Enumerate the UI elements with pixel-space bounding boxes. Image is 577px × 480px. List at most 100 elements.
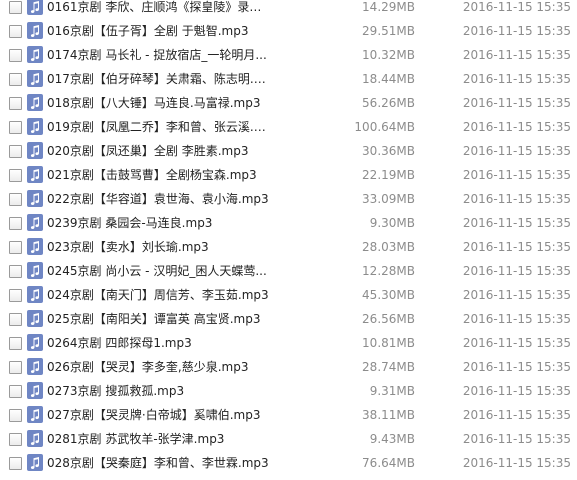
row-checkbox[interactable]	[9, 121, 22, 134]
file-row[interactable]: 020京剧【凤还巢】全剧 李胜素.mp3 30.36MB 2016-11-15 …	[0, 140, 577, 164]
file-name[interactable]: 016京剧【伍子胥】全剧 于魁智.mp3	[47, 23, 272, 39]
file-modified-time: 2016-11-15 15:35	[462, 408, 571, 422]
file-modified-time: 2016-11-15 15:35	[462, 192, 571, 206]
file-modified-time: 2016-11-15 15:35	[462, 120, 571, 134]
music-note-icon	[27, 358, 43, 375]
file-size: 18.44MB	[362, 72, 415, 86]
file-size: 9.30MB	[369, 216, 415, 230]
music-note-icon	[27, 262, 43, 279]
file-size: 9.31MB	[369, 384, 415, 398]
music-note-icon	[27, 238, 43, 255]
file-name[interactable]: 024京剧【南天门】周信芳、李玉茹.mp3	[47, 287, 272, 303]
file-name[interactable]: 0281京剧 苏武牧羊-张学津.mp3	[47, 431, 272, 447]
row-checkbox[interactable]	[9, 217, 22, 230]
music-note-icon	[27, 46, 43, 63]
row-checkbox[interactable]	[9, 169, 22, 182]
file-row[interactable]: 0273京剧 搜孤救孤.mp3 9.31MB 2016-11-15 15:35	[0, 380, 577, 404]
file-modified-time: 2016-11-15 15:35	[462, 336, 571, 350]
row-checkbox[interactable]	[9, 457, 22, 470]
file-row[interactable]: 023京剧【卖水】刘长瑜.mp3 28.03MB 2016-11-15 15:3…	[0, 236, 577, 260]
file-size: 56.26MB	[362, 96, 415, 110]
row-checkbox[interactable]	[9, 337, 22, 350]
music-note-icon	[27, 382, 43, 399]
file-name[interactable]: 0174京剧 马长礼 - 捉放宿店_一轮明月...	[47, 47, 272, 63]
music-note-icon	[27, 22, 43, 39]
file-name[interactable]: 022京剧【华容道】袁世海、袁小海.mp3	[47, 191, 272, 207]
file-modified-time: 2016-11-15 15:35	[462, 72, 571, 86]
file-row[interactable]: 026京剧【哭灵】李多奎,慈少泉.mp3 28.74MB 2016-11-15 …	[0, 356, 577, 380]
file-size: 30.36MB	[362, 144, 415, 158]
file-size: 26.56MB	[362, 312, 415, 326]
file-row[interactable]: 0239京剧 桑园会-马连良.mp3 9.30MB 2016-11-15 15:…	[0, 212, 577, 236]
row-checkbox[interactable]	[9, 73, 22, 86]
file-modified-time: 2016-11-15 15:35	[462, 216, 571, 230]
row-checkbox[interactable]	[9, 25, 22, 38]
row-checkbox[interactable]	[9, 241, 22, 254]
file-modified-time: 2016-11-15 15:35	[462, 144, 571, 158]
file-size: 14.29MB	[362, 0, 415, 14]
file-modified-time: 2016-11-15 15:35	[462, 48, 571, 62]
file-row[interactable]: 024京剧【南天门】周信芳、李玉茹.mp3 45.30MB 2016-11-15…	[0, 284, 577, 308]
file-modified-time: 2016-11-15 15:35	[462, 24, 571, 38]
music-note-icon	[27, 166, 43, 183]
file-name[interactable]: 018京剧【八大锤】马连良.马富禄.mp3	[47, 95, 272, 111]
file-size: 12.28MB	[362, 264, 415, 278]
file-row[interactable]: 027京剧【哭灵牌·白帝城】奚啸伯.mp3 38.11MB 2016-11-15…	[0, 404, 577, 428]
file-row[interactable]: 0264京剧 四郎探母1.mp3 10.81MB 2016-11-15 15:3…	[0, 332, 577, 356]
file-size: 28.03MB	[362, 240, 415, 254]
file-name[interactable]: 0239京剧 桑园会-马连良.mp3	[47, 215, 272, 231]
file-row[interactable]: 017京剧【伯牙碎琴】关肃霜、陈志明.m... 18.44MB 2016-11-…	[0, 68, 577, 92]
file-row[interactable]: 0161京剧 李欣、庄顺鸿《探皇陵》录音... 14.29MB 2016-11-…	[0, 0, 577, 20]
file-row[interactable]: 0245京剧 尚小云 - 汉明妃_困人天蝶莺... 12.28MB 2016-1…	[0, 260, 577, 284]
file-name[interactable]: 025京剧【南阳关】谭富英 高宝贤.mp3	[47, 311, 272, 327]
row-checkbox[interactable]	[9, 361, 22, 374]
music-note-icon	[27, 430, 43, 447]
file-row[interactable]: 0174京剧 马长礼 - 捉放宿店_一轮明月... 10.32MB 2016-1…	[0, 44, 577, 68]
file-row[interactable]: 021京剧【击鼓骂曹】全剧杨宝森.mp3 22.19MB 2016-11-15 …	[0, 164, 577, 188]
music-note-icon	[27, 310, 43, 327]
file-name[interactable]: 017京剧【伯牙碎琴】关肃霜、陈志明.m...	[47, 71, 272, 87]
row-checkbox[interactable]	[9, 145, 22, 158]
row-checkbox[interactable]	[9, 313, 22, 326]
row-checkbox[interactable]	[9, 433, 22, 446]
row-checkbox[interactable]	[9, 49, 22, 62]
file-modified-time: 2016-11-15 15:35	[462, 360, 571, 374]
file-row[interactable]: 018京剧【八大锤】马连良.马富禄.mp3 56.26MB 2016-11-15…	[0, 92, 577, 116]
file-name[interactable]: 027京剧【哭灵牌·白帝城】奚啸伯.mp3	[47, 407, 272, 423]
music-note-icon	[27, 454, 43, 471]
file-modified-time: 2016-11-15 15:35	[462, 96, 571, 110]
file-row[interactable]: 028京剧【哭秦庭】李和曾、李世霖.mp3 76.64MB 2016-11-15…	[0, 452, 577, 476]
file-name[interactable]: 026京剧【哭灵】李多奎,慈少泉.mp3	[47, 359, 272, 375]
file-name[interactable]: 021京剧【击鼓骂曹】全剧杨宝森.mp3	[47, 167, 272, 183]
file-row[interactable]: 025京剧【南阳关】谭富英 高宝贤.mp3 26.56MB 2016-11-15…	[0, 308, 577, 332]
music-note-icon	[27, 406, 43, 423]
file-size: 22.19MB	[362, 168, 415, 182]
row-checkbox[interactable]	[9, 289, 22, 302]
file-size: 29.51MB	[362, 24, 415, 38]
row-checkbox[interactable]	[9, 265, 22, 278]
file-name[interactable]: 020京剧【凤还巢】全剧 李胜素.mp3	[47, 143, 272, 159]
row-checkbox[interactable]	[9, 1, 22, 14]
file-row[interactable]: 016京剧【伍子胥】全剧 于魁智.mp3 29.51MB 2016-11-15 …	[0, 20, 577, 44]
file-modified-time: 2016-11-15 15:35	[462, 264, 571, 278]
row-checkbox[interactable]	[9, 193, 22, 206]
file-row[interactable]: 022京剧【华容道】袁世海、袁小海.mp3 33.09MB 2016-11-15…	[0, 188, 577, 212]
music-note-icon	[27, 190, 43, 207]
file-name[interactable]: 0273京剧 搜孤救孤.mp3	[47, 383, 272, 399]
file-size: 10.81MB	[362, 336, 415, 350]
file-name[interactable]: 0264京剧 四郎探母1.mp3	[47, 335, 272, 351]
file-name[interactable]: 019京剧【凤凰二乔】李和曾、张云溪.m...	[47, 119, 272, 135]
music-note-icon	[27, 118, 43, 135]
file-name[interactable]: 028京剧【哭秦庭】李和曾、李世霖.mp3	[47, 455, 272, 471]
file-row[interactable]: 019京剧【凤凰二乔】李和曾、张云溪.m... 100.64MB 2016-11…	[0, 116, 577, 140]
music-note-icon	[27, 0, 43, 15]
file-name[interactable]: 023京剧【卖水】刘长瑜.mp3	[47, 239, 272, 255]
row-checkbox[interactable]	[9, 385, 22, 398]
file-name[interactable]: 0161京剧 李欣、庄顺鸿《探皇陵》录音...	[47, 0, 272, 15]
file-row[interactable]: 0281京剧 苏武牧羊-张学津.mp3 9.43MB 2016-11-15 15…	[0, 428, 577, 452]
file-name[interactable]: 0245京剧 尚小云 - 汉明妃_困人天蝶莺...	[47, 263, 272, 279]
row-checkbox[interactable]	[9, 97, 22, 110]
row-checkbox[interactable]	[9, 409, 22, 422]
file-modified-time: 2016-11-15 15:35	[462, 456, 571, 470]
file-modified-time: 2016-11-15 15:35	[462, 168, 571, 182]
